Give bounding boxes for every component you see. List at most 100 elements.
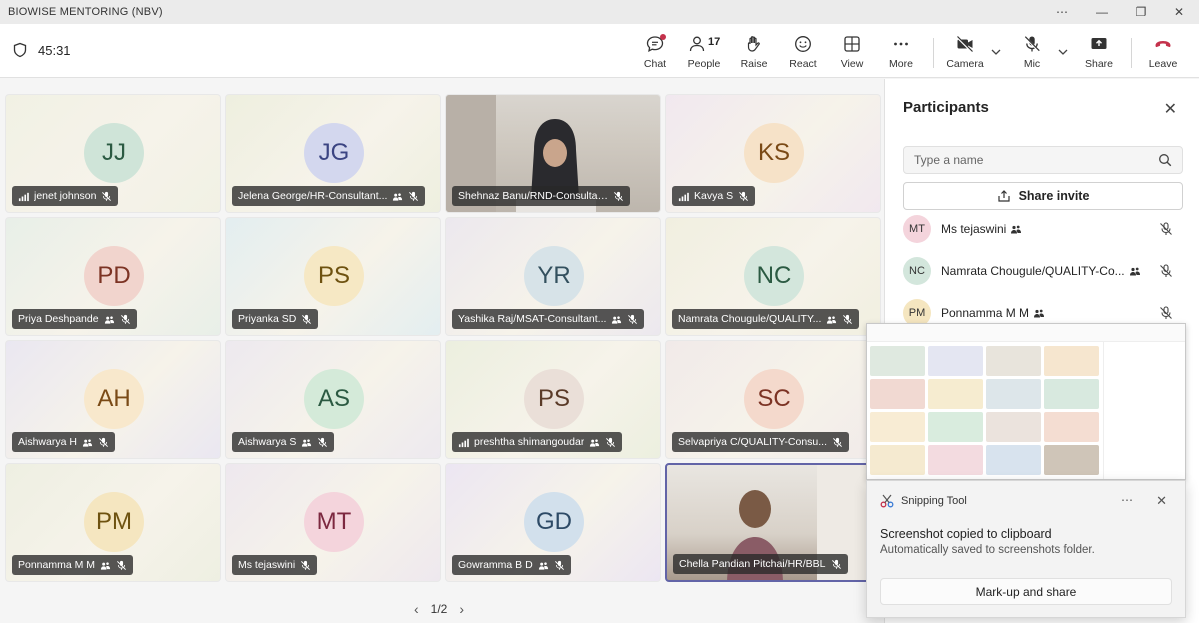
- mic-muted-icon[interactable]: [1159, 306, 1173, 320]
- mic-muted-icon: [408, 191, 419, 202]
- participant-name: Kavya S: [694, 190, 734, 202]
- participant-name: Ponnamma M M: [941, 306, 1030, 320]
- video-tile[interactable]: KS Kavya S: [665, 94, 881, 213]
- share-invite-button[interactable]: Share invite: [903, 182, 1183, 210]
- network-signal-icon: [458, 437, 469, 448]
- mic-muted-icon: [300, 560, 311, 571]
- mic-muted-icon[interactable]: [1159, 264, 1173, 278]
- raise-hand-icon: [747, 36, 760, 52]
- minimize-button[interactable]: —: [1082, 0, 1122, 24]
- hand-raised-icon: [100, 560, 111, 571]
- participant-nameplate: Chella Pandian Pitchai/HR/BBL: [673, 554, 848, 574]
- video-tile[interactable]: JG Jelena George/HR-Consultant...: [225, 94, 441, 213]
- notification-more-icon[interactable]: ⋯: [1121, 493, 1133, 507]
- mic-options-chevron-icon[interactable]: [1057, 46, 1069, 58]
- notification-close-icon[interactable]: ✕: [1156, 493, 1167, 509]
- more-button[interactable]: More: [877, 34, 925, 76]
- video-tile[interactable]: NC Namrata Chougule/QUALITY...: [665, 217, 881, 336]
- mic-muted-icon[interactable]: [1159, 222, 1173, 236]
- video-stage: JJ jenet johnson JG Jelena George/HR-Consul…: [0, 79, 884, 623]
- participant-search[interactable]: [903, 146, 1183, 174]
- maximize-button[interactable]: ❐: [1121, 0, 1161, 24]
- screenshot-thumbnail[interactable]: [866, 323, 1186, 480]
- camera-options-chevron-icon[interactable]: [990, 46, 1002, 58]
- participant-nameplate: Yashika Raj/MSAT-Consultant...: [452, 309, 645, 329]
- thumbnail-tile: [1044, 346, 1099, 376]
- react-button[interactable]: React: [779, 34, 827, 76]
- participant-nameplate: Priya Deshpande: [12, 309, 137, 329]
- network-signal-icon: [678, 191, 689, 202]
- close-icon[interactable]: ✕: [1164, 99, 1177, 119]
- window-more-button[interactable]: ⋯: [1042, 0, 1082, 24]
- leave-label: Leave: [1148, 58, 1178, 70]
- prev-page-button[interactable]: ‹: [414, 601, 419, 617]
- video-tile[interactable]: PS preshtha shimangoudar: [445, 340, 661, 459]
- hand-raised-icon: [589, 437, 600, 448]
- video-tile[interactable]: MT Ms tejaswini: [225, 463, 441, 582]
- video-tile[interactable]: AS Aishwarya S: [225, 340, 441, 459]
- thumbnail-tile: [870, 412, 925, 442]
- video-tile[interactable]: SC Selvapriya C/QUALITY-Consu...: [665, 340, 881, 459]
- thumbnail-tile: [928, 412, 983, 442]
- avatar: KS: [744, 123, 804, 183]
- hand-raised-icon: [826, 314, 837, 325]
- video-tile[interactable]: Shehnaz Banu/RND-Consultants/...: [445, 94, 661, 213]
- avatar: NC: [903, 257, 931, 285]
- mic-muted-icon: [831, 559, 842, 570]
- participant-nameplate: Jelena George/HR-Consultant...: [232, 186, 426, 206]
- network-signal-icon: [18, 191, 29, 202]
- thumbnail-tile: [928, 445, 983, 475]
- mic-muted-icon: [738, 191, 749, 202]
- mic-button[interactable]: Mic: [1008, 34, 1056, 76]
- thumbnail-tile: [1044, 379, 1099, 409]
- participant-nameplate: preshtha shimangoudar: [452, 432, 623, 452]
- notification-message: Screenshot copied to clipboard: [880, 527, 1052, 541]
- avatar: SC: [744, 369, 804, 429]
- mic-muted-icon: [613, 191, 624, 202]
- share-button[interactable]: Share: [1075, 34, 1123, 76]
- participant-row[interactable]: NC Namrata Chougule/QUALITY-Co...: [903, 255, 1183, 287]
- raise-label: Raise: [740, 58, 768, 70]
- camera-button[interactable]: Camera: [941, 34, 989, 76]
- markup-share-button[interactable]: Mark-up and share: [880, 578, 1172, 605]
- participant-name: Ponnamma M M: [18, 559, 96, 571]
- more-label: More: [889, 58, 913, 70]
- snipping-notification: Snipping Tool ⋯ ✕ Screenshot copied to c…: [866, 480, 1186, 618]
- leave-button[interactable]: Leave: [1139, 34, 1187, 76]
- chat-label: Chat: [643, 58, 667, 70]
- participant-nameplate: Ms tejaswini: [232, 555, 318, 575]
- next-page-button[interactable]: ›: [459, 601, 464, 617]
- pagination: ‹ 1/2 ›: [414, 601, 464, 617]
- video-tile[interactable]: Chella Pandian Pitchai/HR/BBL: [665, 463, 881, 582]
- participant-row[interactable]: MT Ms tejaswini: [903, 213, 1183, 245]
- search-input[interactable]: [914, 153, 1134, 167]
- thumbnail-tile: [870, 379, 925, 409]
- participant-name: Yashika Raj/MSAT-Consultant...: [458, 313, 607, 325]
- video-tile[interactable]: PM Ponnamma M M: [5, 463, 221, 582]
- avatar: JG: [304, 123, 364, 183]
- video-tile[interactable]: YR Yashika Raj/MSAT-Consultant...: [445, 217, 661, 336]
- chat-button[interactable]: Chat: [631, 34, 679, 76]
- participant-name: Gowramma B D: [458, 559, 533, 571]
- mic-muted-icon: [301, 314, 312, 325]
- avatar: AH: [84, 369, 144, 429]
- leave-icon: [1155, 41, 1171, 48]
- participant-nameplate: Priyanka SD: [232, 309, 319, 329]
- share-invite-label: Share invite: [1018, 189, 1090, 203]
- participant-name: Priyanka SD: [238, 313, 297, 325]
- participant-nameplate: Shehnaz Banu/RND-Consultants/...: [452, 186, 630, 206]
- video-tile[interactable]: PD Priya Deshpande: [5, 217, 221, 336]
- people-button[interactable]: 17 People: [680, 34, 728, 82]
- meeting-timer: 45:31: [12, 42, 71, 58]
- view-button[interactable]: View: [828, 34, 876, 76]
- video-tile[interactable]: PS Priyanka SD: [225, 217, 441, 336]
- participant-nameplate: Gowramma B D: [452, 555, 571, 575]
- react-icon: [795, 36, 811, 52]
- avatar: PM: [84, 492, 144, 552]
- video-tile[interactable]: JJ jenet johnson: [5, 94, 221, 213]
- window-close-button[interactable]: ✕: [1159, 0, 1199, 24]
- video-tile[interactable]: GD Gowramma B D: [445, 463, 661, 582]
- raise-hand-button[interactable]: Raise: [730, 34, 778, 76]
- panel-title: Participants: [903, 99, 989, 116]
- video-tile[interactable]: AH Aishwarya H: [5, 340, 221, 459]
